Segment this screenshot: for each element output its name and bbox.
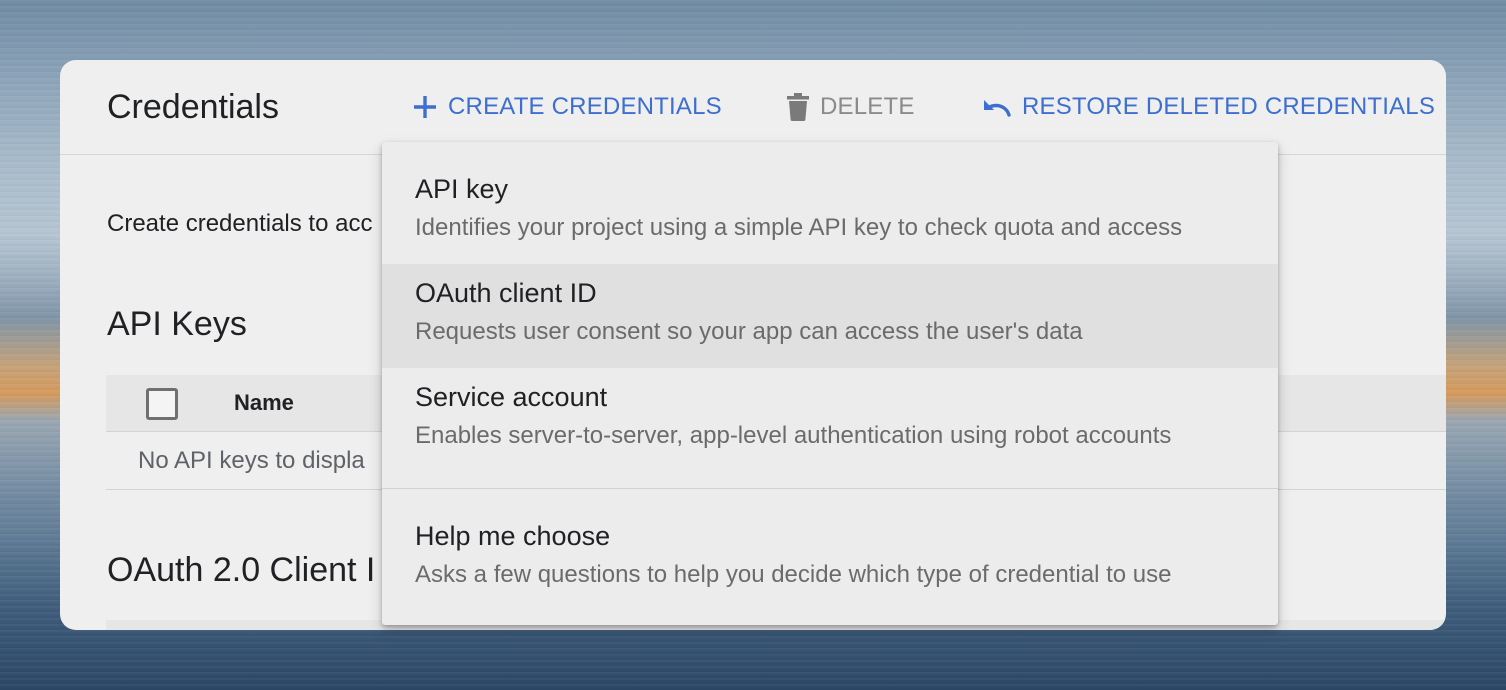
create-credentials-label: CREATE CREDENTIALS bbox=[448, 93, 722, 120]
page-title: Credentials bbox=[107, 88, 279, 126]
column-header-name[interactable]: Name bbox=[234, 390, 294, 416]
toolbar: Credentials CREATE CREDENTIALS DELETE RE… bbox=[60, 60, 1446, 155]
intro-text: Create credentials to acc bbox=[107, 210, 373, 237]
menu-item-title: API key bbox=[415, 174, 509, 204]
menu-item-description: Identifies your project using a simple A… bbox=[415, 214, 1183, 241]
restore-label: RESTORE DELETED CREDENTIALS bbox=[1022, 93, 1436, 120]
empty-state-text: No API keys to displa bbox=[138, 447, 365, 474]
menu-item-description: Asks a few questions to help you decide … bbox=[415, 561, 1172, 588]
menu-item-description: Enables server-to-server, app-level auth… bbox=[415, 422, 1172, 449]
menu-item-title: OAuth client ID bbox=[415, 278, 597, 308]
restore-deleted-credentials-button[interactable]: RESTORE DELETED CREDENTIALS bbox=[982, 92, 1435, 122]
trash-icon bbox=[786, 93, 810, 121]
create-credentials-button[interactable]: CREATE CREDENTIALS bbox=[412, 92, 722, 122]
menu-divider bbox=[382, 488, 1278, 489]
menu-item-description: Requests user consent so your app can ac… bbox=[415, 318, 1083, 345]
menu-item-service-account[interactable]: Service account Enables server-to-server… bbox=[382, 368, 1278, 472]
api-keys-heading: API Keys bbox=[107, 305, 247, 343]
menu-item-help-me-choose[interactable]: Help me choose Asks a few questions to h… bbox=[382, 507, 1278, 611]
menu-item-title: Help me choose bbox=[415, 521, 611, 551]
delete-button[interactable]: DELETE bbox=[786, 92, 915, 122]
menu-item-title: Service account bbox=[415, 382, 608, 412]
oauth-clients-heading: OAuth 2.0 Client I bbox=[107, 551, 376, 589]
menu-item-api-key[interactable]: API key Identifies your project using a … bbox=[382, 160, 1278, 264]
create-credentials-menu: API key Identifies your project using a … bbox=[382, 142, 1278, 625]
select-all-checkbox[interactable] bbox=[146, 388, 178, 420]
delete-label: DELETE bbox=[820, 93, 915, 120]
undo-icon bbox=[982, 96, 1012, 118]
plus-icon bbox=[412, 94, 438, 120]
menu-item-oauth-client-id[interactable]: OAuth client ID Requests user consent so… bbox=[382, 264, 1278, 368]
